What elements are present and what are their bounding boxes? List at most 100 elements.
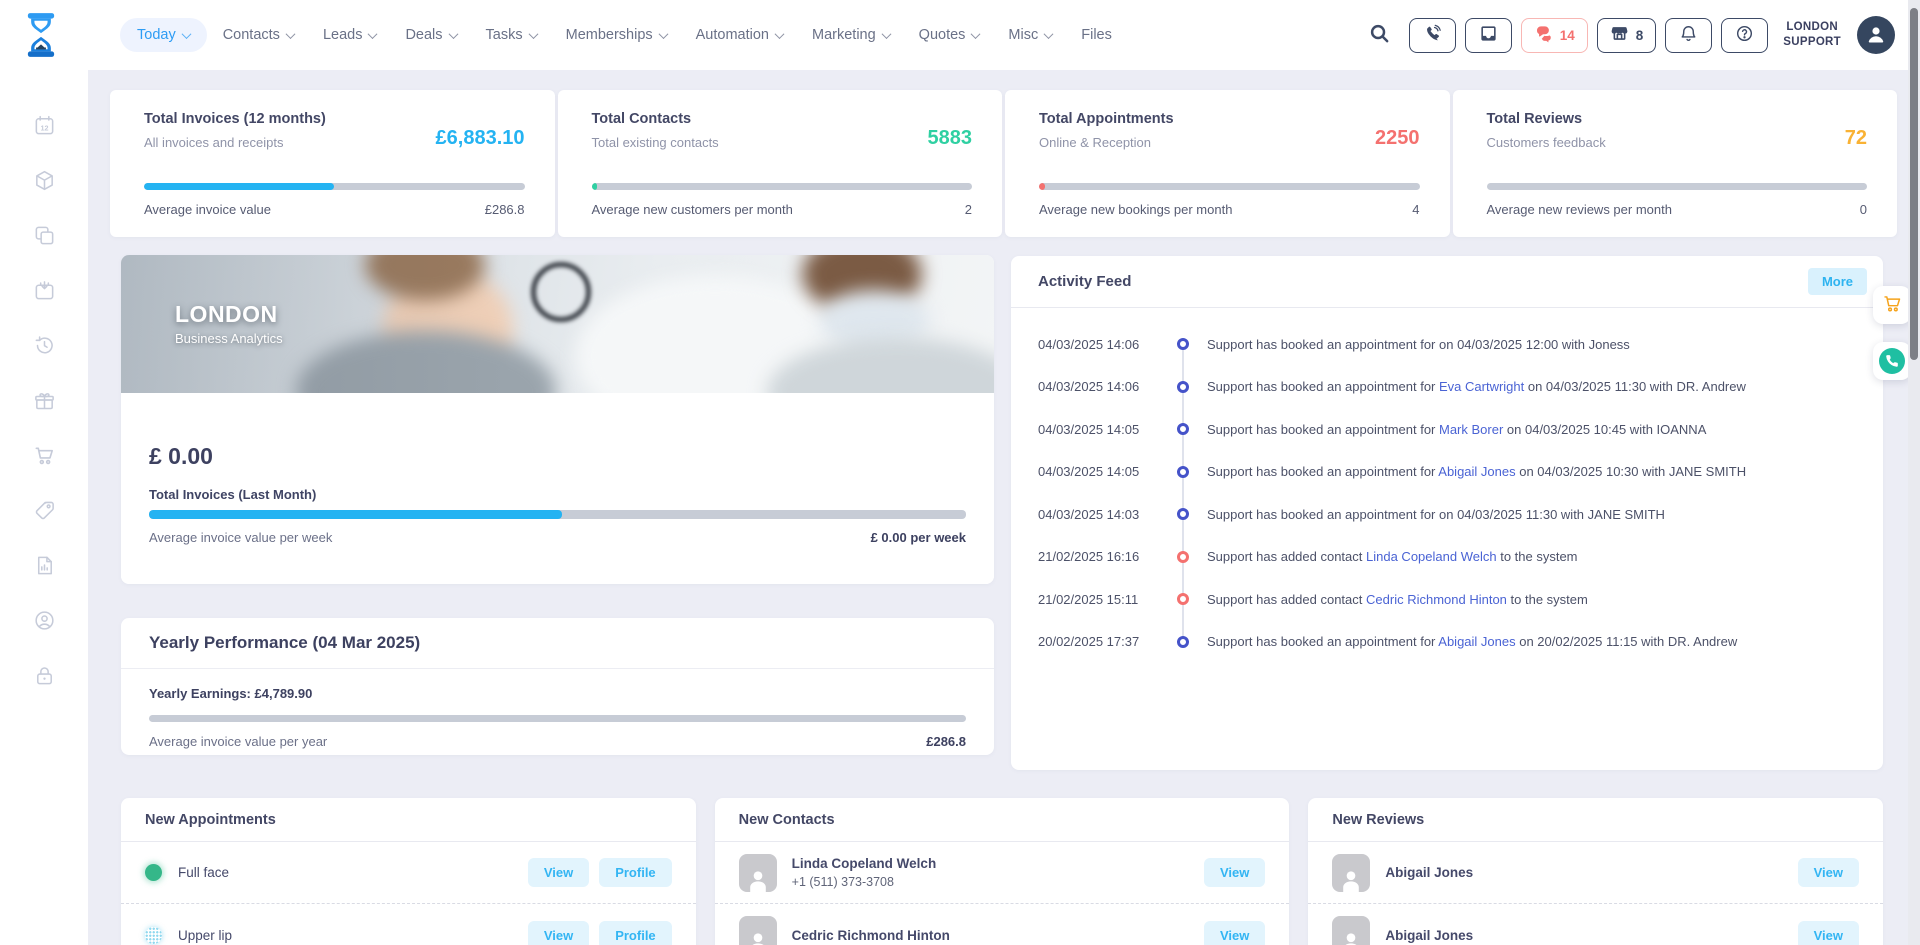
inbox-button[interactable] bbox=[1464, 17, 1512, 53]
activity-contact-link[interactable]: Abigail Jones bbox=[1438, 464, 1515, 479]
nav-item-quotes[interactable]: Quotes bbox=[906, 18, 993, 52]
scrollbar-thumb[interactable] bbox=[1910, 8, 1918, 360]
floating-phone-button[interactable] bbox=[1873, 342, 1911, 380]
nav-item-files[interactable]: Files bbox=[1068, 18, 1125, 52]
activity-contact-link[interactable]: Mark Borer bbox=[1439, 422, 1503, 437]
search-button[interactable] bbox=[1365, 20, 1395, 50]
nav-item-deals[interactable]: Deals bbox=[392, 18, 469, 52]
new-reviews-title: New Reviews bbox=[1308, 798, 1884, 842]
sidebar-item-cart[interactable] bbox=[24, 437, 64, 477]
sidebar-item-gift[interactable] bbox=[24, 382, 64, 422]
view-button[interactable]: View bbox=[527, 858, 590, 887]
stat-title: Total Appointments bbox=[1039, 111, 1174, 127]
phone-icon bbox=[1423, 24, 1442, 46]
cart-icon bbox=[33, 444, 56, 470]
sidebar-item-history[interactable] bbox=[24, 327, 64, 367]
profile-button[interactable]: Profile bbox=[599, 920, 672, 945]
activity-dot bbox=[1177, 508, 1189, 521]
badge-count: 14 bbox=[1559, 27, 1575, 43]
stat-value: 2250 bbox=[1375, 127, 1420, 149]
calls-button[interactable] bbox=[1408, 17, 1456, 53]
appointment-color-dot bbox=[145, 864, 162, 881]
chat-button[interactable]: 14 bbox=[1520, 17, 1588, 53]
view-button[interactable]: View bbox=[1797, 858, 1860, 887]
nav-item-leads[interactable]: Leads bbox=[310, 18, 390, 52]
nav-item-contacts[interactable]: Contacts bbox=[210, 18, 307, 52]
activity-contact-link[interactable]: Abigail Jones bbox=[1438, 634, 1515, 649]
activity-timestamp: 04/03/2025 14:05 bbox=[1038, 464, 1140, 480]
nav-item-today[interactable]: Today bbox=[120, 18, 207, 52]
sidebar-item-voucher[interactable] bbox=[24, 492, 64, 532]
activity-contact-link[interactable]: Cedric Richmond Hinton bbox=[1366, 592, 1507, 607]
nav-item-label: Marketing bbox=[812, 27, 876, 43]
activity-text-segment: to the system bbox=[1506, 591, 1588, 607]
new-contacts-card: New Contacts Linda Copeland Welch +1 (511… bbox=[714, 798, 1290, 945]
stat-footer-label: Average new bookings per month bbox=[1039, 202, 1233, 217]
app-logo-hourglass-icon[interactable] bbox=[24, 12, 58, 58]
activity-dot bbox=[1177, 380, 1189, 393]
stat-progress-track bbox=[1039, 183, 1420, 190]
help-button[interactable] bbox=[1721, 17, 1769, 53]
stat-footer-label: Average new reviews per month bbox=[1486, 202, 1672, 217]
nav-item-memberships[interactable]: Memberships bbox=[553, 18, 680, 52]
activity-timestamp: 21/02/2025 15:11 bbox=[1038, 591, 1139, 607]
activity-text-segment: Support has booked an appointment for bbox=[1207, 421, 1439, 437]
nav-item-marketing[interactable]: Marketing bbox=[799, 18, 903, 52]
stat-footer-value: £286.8 bbox=[484, 202, 525, 217]
sidebar-item-calendar[interactable]: 12 bbox=[24, 107, 64, 147]
activity-item: 04/03/2025 14:05 Support has booked an ap… bbox=[1038, 408, 1863, 451]
stat-card-titles: Total Invoices (12 months) All invoices a… bbox=[144, 111, 326, 150]
activity-dot bbox=[1177, 550, 1189, 563]
sidebar-item-products[interactable] bbox=[24, 162, 64, 202]
activity-feed-title: Activity Feed bbox=[1038, 273, 1132, 290]
activity-text-segment: on 04/03/2025 11:30 with DR. Andrew bbox=[1524, 379, 1746, 395]
store-button[interactable]: 8 bbox=[1596, 17, 1657, 53]
contact-row: Cedric Richmond Hinton View bbox=[715, 904, 1290, 945]
appointment-row: Full face View Profile bbox=[121, 842, 696, 904]
nav-item-tasks[interactable]: Tasks bbox=[473, 18, 550, 52]
sidebar: 12 bbox=[0, 70, 88, 945]
new-appointments-title: New Appointments bbox=[121, 798, 696, 842]
activity-text: Support has booked an appointment for on… bbox=[1207, 507, 1665, 522]
profile-button[interactable]: Profile bbox=[599, 858, 672, 887]
nav-item-misc[interactable]: Misc bbox=[995, 18, 1065, 52]
activity-contact-link[interactable]: Linda Copeland Welch bbox=[1366, 549, 1497, 564]
chevron-down-icon bbox=[881, 28, 892, 39]
view-button[interactable]: View bbox=[1797, 920, 1860, 945]
avatar bbox=[1332, 916, 1371, 945]
stat-progress-track bbox=[144, 183, 525, 190]
sidebar-item-lock[interactable] bbox=[24, 657, 64, 697]
sidebar-item-copy[interactable] bbox=[24, 217, 64, 257]
hero-label: Total Invoices (Last Month) bbox=[149, 487, 317, 502]
chevron-down-icon bbox=[285, 28, 296, 39]
stat-footer-value: 2 bbox=[964, 202, 972, 217]
floating-cart-button[interactable] bbox=[1873, 286, 1911, 324]
inbox-icon bbox=[1479, 24, 1498, 46]
nav-item-automation[interactable]: Automation bbox=[683, 18, 796, 52]
sidebar-item-bookings[interactable] bbox=[24, 272, 64, 312]
person-info: Abigail Jones bbox=[1385, 928, 1473, 943]
chevron-down-icon bbox=[658, 28, 669, 39]
activity-contact-link[interactable]: Eva Cartwright bbox=[1439, 379, 1524, 394]
sidebar-item-account[interactable] bbox=[24, 602, 64, 642]
activity-timestamp: 20/02/2025 17:37 bbox=[1038, 634, 1140, 650]
activity-more-button[interactable]: More bbox=[1807, 268, 1867, 295]
activity-text: Support has booked an appointment for Ev… bbox=[1207, 379, 1746, 394]
activity-item: 04/03/2025 14:06 Support has booked an ap… bbox=[1038, 323, 1863, 366]
view-button[interactable]: View bbox=[1203, 920, 1266, 945]
bookings-icon bbox=[33, 279, 56, 305]
view-button[interactable]: View bbox=[1203, 858, 1266, 887]
sidebar-item-reports[interactable] bbox=[24, 547, 64, 587]
activity-text: Support has booked an appointment for Ab… bbox=[1207, 634, 1737, 649]
activity-item: 04/03/2025 14:06 Support has booked an ap… bbox=[1038, 366, 1863, 409]
notifications-button[interactable] bbox=[1665, 17, 1713, 53]
user-name: LONDON SUPPORT bbox=[1783, 21, 1841, 48]
stat-footer: Average invoice value £286.8 bbox=[144, 202, 525, 217]
yearly-earnings: Yearly Earnings: £4,789.90 bbox=[149, 686, 313, 701]
stat-card-titles: Total Appointments Online & Reception bbox=[1039, 111, 1174, 150]
avatar bbox=[1332, 853, 1371, 892]
user-avatar[interactable] bbox=[1857, 16, 1895, 54]
person-info: Linda Copeland Welch +1 (511) 373-3708 bbox=[792, 856, 937, 889]
stat-card-titles: Total Contacts Total existing contacts bbox=[592, 111, 719, 150]
view-button[interactable]: View bbox=[527, 920, 590, 945]
